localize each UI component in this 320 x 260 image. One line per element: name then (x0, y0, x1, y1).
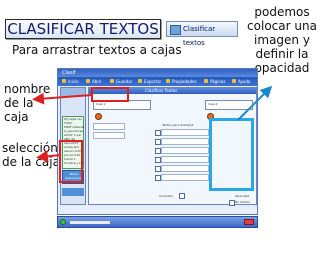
arrow-selection (36, 150, 61, 163)
annotation-arrows (32, 85, 273, 163)
arrow-box-name (32, 92, 93, 105)
arrow-opacity (237, 85, 273, 121)
